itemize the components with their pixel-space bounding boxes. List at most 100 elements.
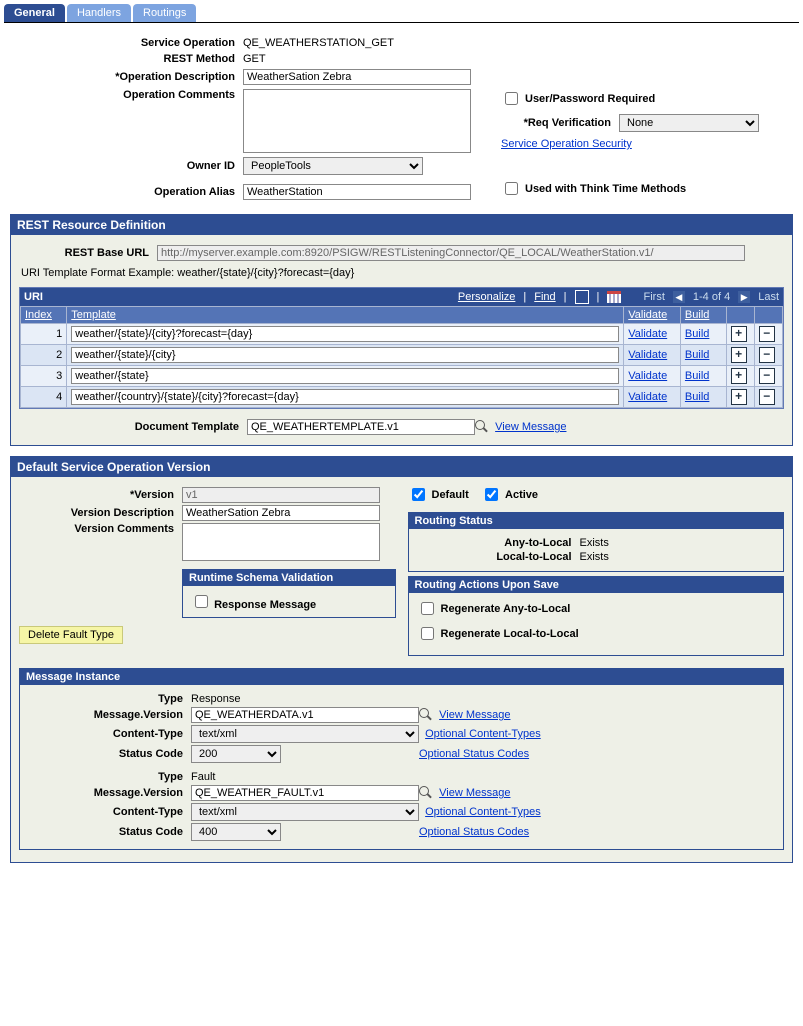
input-fault-msg-version[interactable] [191, 785, 419, 801]
uri-row-template[interactable] [71, 389, 619, 405]
link-opt-status-codes[interactable]: Optional Status Codes [419, 826, 529, 838]
label-type: Type [28, 693, 191, 705]
del-row-icon[interactable]: − [759, 389, 775, 405]
label-content-type: Content-Type [28, 806, 191, 818]
uri-row-build[interactable]: Build [685, 370, 709, 382]
uri-row-template[interactable] [71, 347, 619, 363]
label-response-msg: Response Message [214, 599, 316, 611]
lookup-icon[interactable] [419, 708, 433, 722]
select-owner-id[interactable]: PeopleTools [243, 157, 423, 175]
col-validate: Validate [624, 307, 681, 324]
gridpick-icon[interactable] [607, 291, 621, 303]
label-op-alias: Operation Alias [10, 186, 243, 198]
add-row-icon[interactable]: + [731, 389, 747, 405]
header-runtime-schema: Runtime Schema Validation [183, 570, 395, 586]
link-service-op-security[interactable]: Service Operation Security [501, 138, 632, 150]
uri-row-validate[interactable]: Validate [628, 391, 667, 403]
input-op-comments[interactable] [243, 89, 471, 153]
tab-routings[interactable]: Routings [133, 4, 196, 22]
label-any-to-local: Any-to-Local [417, 537, 580, 549]
del-row-icon[interactable]: − [759, 368, 775, 384]
link-view-message[interactable]: View Message [439, 787, 510, 799]
uri-row-build[interactable]: Build [685, 391, 709, 403]
label-op-desc: *Operation Description [10, 71, 243, 83]
link-opt-status-codes[interactable]: Optional Status Codes [419, 748, 529, 760]
chk-think-time[interactable] [505, 182, 518, 195]
section-default-version: Default Service Operation Version *Versi… [10, 456, 793, 863]
uri-row-validate[interactable]: Validate [628, 370, 667, 382]
link-opt-content-types[interactable]: Optional Content-Types [425, 728, 541, 740]
header-message-instance: Message Instance [20, 669, 783, 685]
label-version-comments: Version Comments [19, 523, 182, 535]
section-rest-resource: REST Resource Definition REST Base URL U… [10, 214, 793, 446]
label-uri-example: URI Template Format Example: weather/{st… [21, 267, 784, 279]
add-row-icon[interactable]: + [731, 347, 747, 363]
uri-grid-title: URI [24, 291, 458, 303]
input-op-desc[interactable] [243, 69, 471, 85]
header-rest-resource: REST Resource Definition [11, 215, 792, 235]
select-resp-status-code[interactable]: 200 [191, 745, 281, 763]
nav-next[interactable]: ▶ [738, 291, 750, 303]
del-row-icon[interactable]: − [759, 326, 775, 342]
btn-delete-fault-type[interactable]: Delete Fault Type [19, 626, 123, 644]
lookup-icon[interactable] [419, 786, 433, 800]
input-version-desc[interactable] [182, 505, 380, 521]
uri-row-build[interactable]: Build [685, 328, 709, 340]
chk-regen-local[interactable] [421, 627, 434, 640]
value-any-to-local: Exists [580, 537, 609, 549]
chk-response-msg[interactable] [195, 595, 208, 608]
uri-row-template[interactable] [71, 326, 619, 342]
col-template: Template [67, 307, 624, 324]
label-rest-method: REST Method [10, 53, 243, 65]
label-service-operation: Service Operation [10, 37, 243, 49]
select-fault-content-type[interactable]: text/xml [191, 803, 419, 821]
input-version-comments[interactable] [182, 523, 380, 561]
uri-row-index: 4 [21, 387, 67, 408]
input-resp-msg-version[interactable] [191, 707, 419, 723]
link-view-message[interactable]: View Message [439, 709, 510, 721]
uri-row-validate[interactable]: Validate [628, 349, 667, 361]
add-row-icon[interactable]: + [731, 368, 747, 384]
label-regen-any: Regenerate Any-to-Local [441, 603, 571, 615]
link-find[interactable]: Find [534, 291, 555, 303]
label-req-verification: *Req Verification [501, 117, 611, 129]
label-active: Active [505, 489, 538, 501]
add-row-icon[interactable]: + [731, 326, 747, 342]
top-form: Service Operation QE_WEATHERSTATION_GET … [0, 23, 803, 204]
link-opt-content-types[interactable]: Optional Content-Types [425, 806, 541, 818]
nav-range: 1-4 of 4 [693, 291, 730, 303]
tab-handlers[interactable]: Handlers [67, 4, 131, 22]
del-row-icon[interactable]: − [759, 347, 775, 363]
value-rest-method: GET [243, 53, 793, 65]
nav-prev[interactable]: ◀ [673, 291, 685, 303]
label-content-type: Content-Type [28, 728, 191, 740]
chk-regen-any[interactable] [421, 602, 434, 615]
label-msg-version: Message.Version [28, 787, 191, 799]
uri-row-validate[interactable]: Validate [628, 328, 667, 340]
select-resp-content-type[interactable]: text/xml [191, 725, 419, 743]
uri-row-index: 1 [21, 324, 67, 345]
header-default-version: Default Service Operation Version [11, 457, 792, 477]
link-view-message[interactable]: View Message [495, 421, 566, 433]
label-think-time: Used with Think Time Methods [525, 183, 686, 195]
col-build: Build [680, 307, 726, 324]
uri-row-template[interactable] [71, 368, 619, 384]
select-fault-status-code[interactable]: 400 [191, 823, 281, 841]
chk-user-pw[interactable] [505, 92, 518, 105]
chk-default[interactable] [412, 488, 425, 501]
select-req-verification[interactable]: None [619, 114, 759, 132]
lookup-icon[interactable] [475, 420, 489, 434]
uri-row-build[interactable]: Build [685, 349, 709, 361]
label-op-comments: Operation Comments [10, 89, 243, 101]
tab-general[interactable]: General [4, 4, 65, 22]
input-op-alias[interactable] [243, 184, 471, 200]
label-owner-id: Owner ID [10, 160, 243, 172]
nav-last: Last [758, 291, 779, 303]
label-user-pw: User/Password Required [525, 93, 655, 105]
uri-row-index: 3 [21, 366, 67, 387]
link-personalize[interactable]: Personalize [458, 291, 515, 303]
chk-active[interactable] [485, 488, 498, 501]
label-local-to-local: Local-to-Local [417, 551, 580, 563]
input-doc-template[interactable] [247, 419, 475, 435]
popout-icon[interactable] [575, 290, 589, 304]
